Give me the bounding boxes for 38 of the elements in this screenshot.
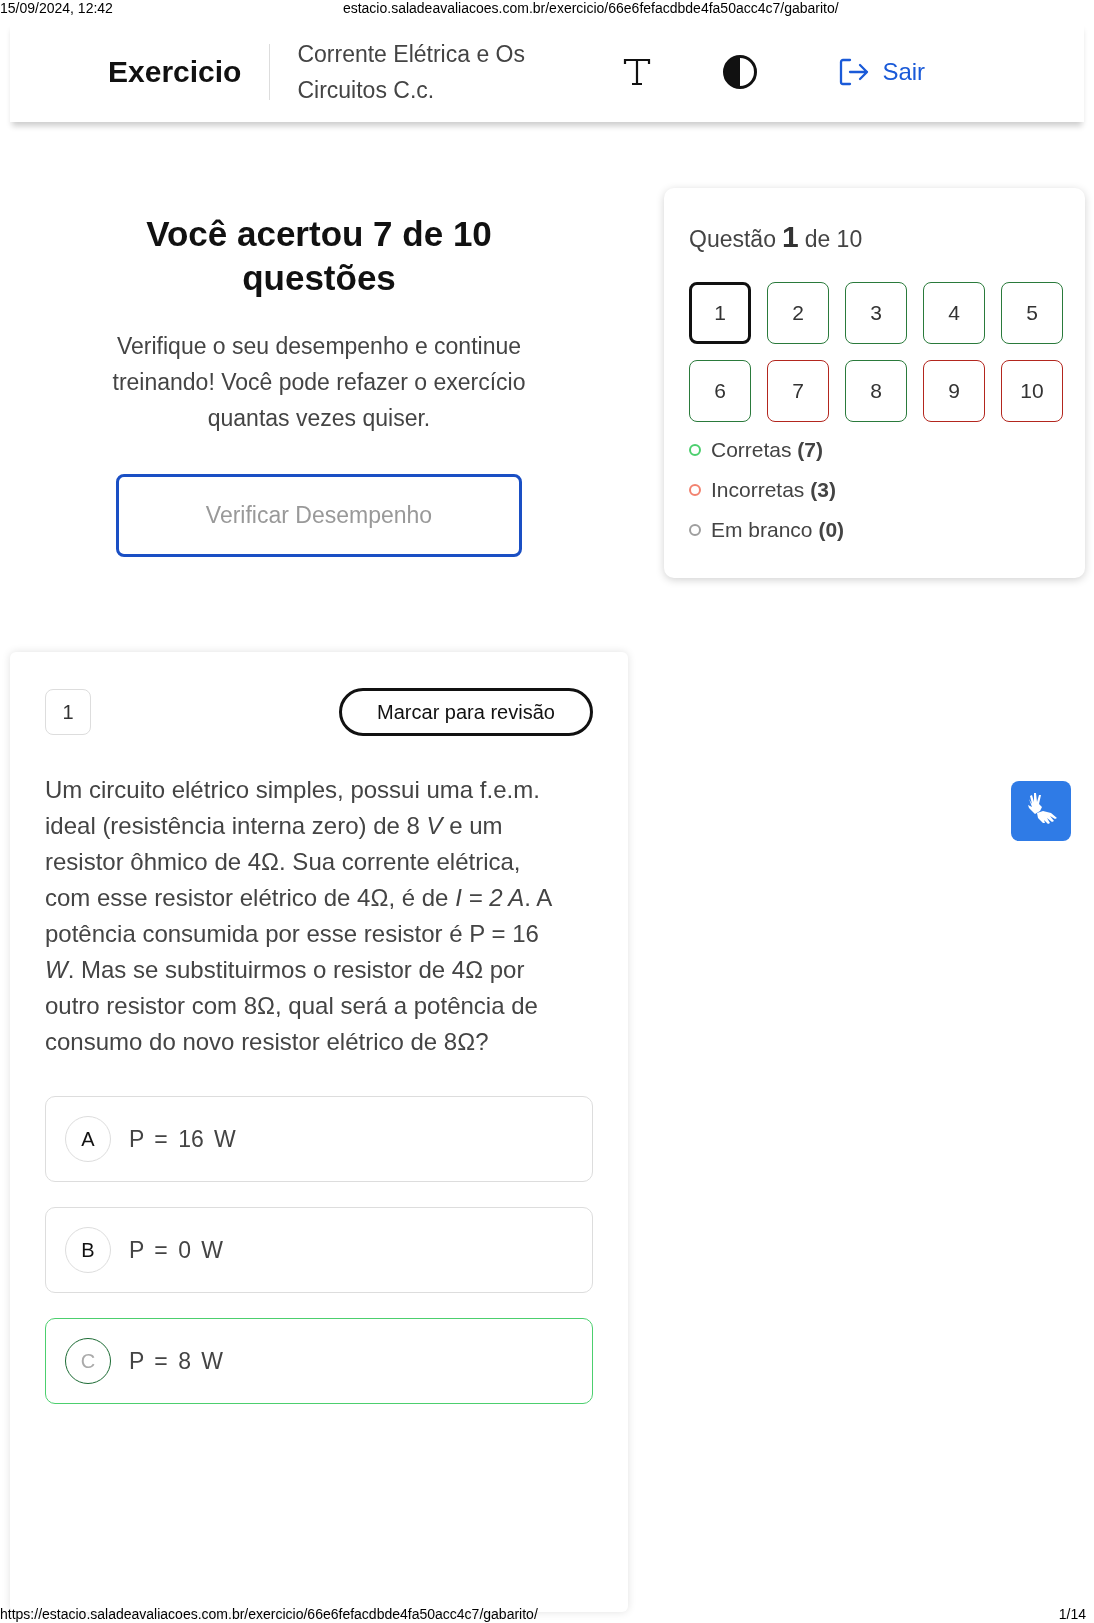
mark-for-review-button[interactable]: Marcar para revisão <box>339 688 593 736</box>
question-button[interactable]: 10 <box>1001 360 1063 422</box>
result-heading: Você acertou 7 de 10 questões <box>145 213 493 299</box>
logout-icon <box>838 57 871 87</box>
sign-language-button[interactable] <box>1011 781 1071 841</box>
option-text: P = 16 W <box>129 1125 236 1153</box>
question-button[interactable]: 3 <box>845 282 907 344</box>
option-text: P = 0 W <box>129 1236 224 1264</box>
question-button[interactable]: 1 <box>689 282 751 344</box>
print-url: https://estacio.saladeavaliacoes.com.br/exercicio/66e6fefacdbde4fa50acc4c7/gabarito/ <box>0 1605 538 1623</box>
option-text: P = 8 W <box>129 1347 224 1375</box>
answer-option[interactable]: B P = 0 W <box>45 1207 593 1293</box>
question-button[interactable]: 9 <box>923 360 985 422</box>
question-button[interactable]: 2 <box>767 282 829 344</box>
question-button[interactable]: 5 <box>1001 282 1063 344</box>
contrast-icon[interactable] <box>722 54 759 90</box>
page-number: 1/14 <box>1058 1605 1086 1623</box>
current-question: 1 <box>781 220 799 254</box>
legend-label: Em branco (0) <box>711 518 845 542</box>
legend-label: Incorretas (3) <box>711 478 836 502</box>
print-date: 15/09/2024, 12:42 <box>0 0 113 16</box>
question-number: 1 <box>45 689 91 735</box>
page-title: Exercicio <box>108 44 271 100</box>
result-message: Verifique o seu desempenho e continue treinando! Você pode refazer o exercício quantas vezes quiser. <box>111 332 527 433</box>
print-url: estacio.saladeavaliacoes.com.br/exercicio/66e6fefacdbde4fa50acc4c7/gabarito/ <box>342 0 839 16</box>
question-button[interactable]: 8 <box>845 360 907 422</box>
question-label: Questão <box>689 226 776 253</box>
logout-button[interactable]: Sair <box>838 57 926 87</box>
question-button[interactable]: 4 <box>923 282 985 344</box>
font-size-icon[interactable] <box>622 57 653 87</box>
question-text: Um circuito elétrico simples, possui uma f.e.m. ideal (resistência interna zero) de 8 V e um resistor ôhmico de 4Ω. Sua corrente elétrica, com esse resistor elétrico de 4Ω, é de I = 2 A. A potência consumida por esse resistor é P = 16 W. Mas se substituirmos o resistor de 4Ω por outro resistor com 8Ω, qual será a potência de consumo do novo resistor elétrico de 8Ω? <box>45 775 553 1057</box>
answer-option[interactable]: A P = 16 W <box>45 1096 593 1182</box>
subject-title: Corrente Elétrica e Os Circuitos C.c. <box>297 40 526 105</box>
question-total: de 10 <box>804 226 863 253</box>
legend-label: Corretas (7) <box>711 438 824 462</box>
question-button[interactable]: 6 <box>689 360 751 422</box>
answer-option[interactable]: C P = 8 W <box>45 1318 593 1404</box>
question-button[interactable]: 7 <box>767 360 829 422</box>
